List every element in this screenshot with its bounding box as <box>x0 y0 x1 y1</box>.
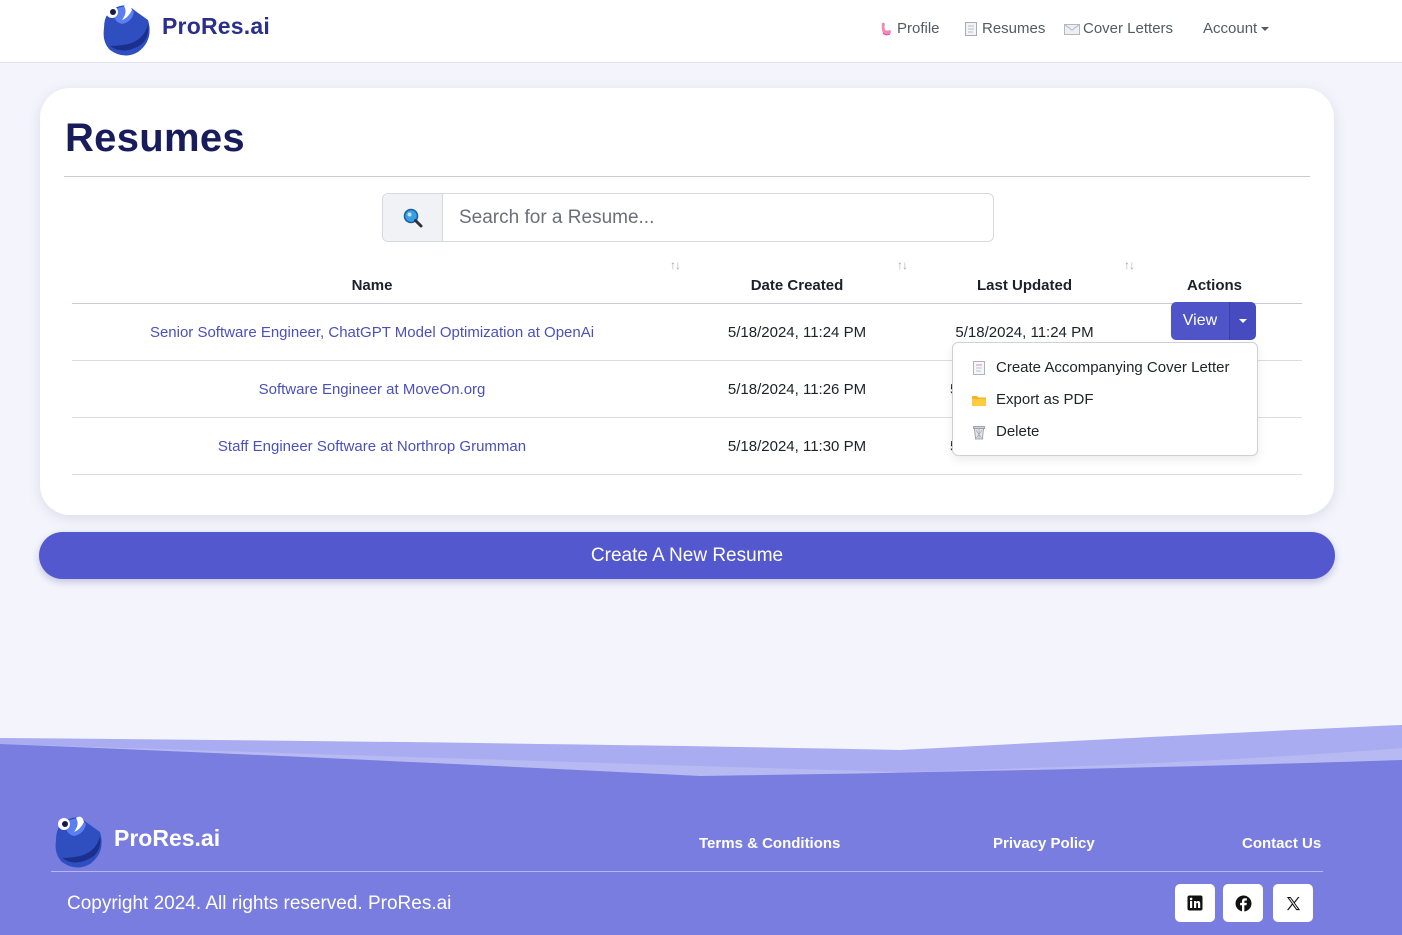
caret-down-icon <box>1261 26 1270 31</box>
resume-name-cell: Staff Engineer Software at Northrop Grum… <box>72 417 672 475</box>
nav-profile[interactable]: Profile <box>878 20 940 37</box>
footer-brand[interactable]: ProRes.ai <box>50 812 220 870</box>
footer-link-privacy[interactable]: Privacy Policy <box>993 835 1095 852</box>
resume-link[interactable]: Staff Engineer Software at Northrop Grum… <box>218 438 526 455</box>
linkedin-icon <box>1187 895 1203 911</box>
caret-down-icon <box>1239 319 1247 323</box>
footer-divider <box>51 871 1323 872</box>
facebook-button[interactable] <box>1223 884 1263 922</box>
page-icon <box>973 360 985 375</box>
x-icon <box>1286 896 1300 910</box>
sort-icon[interactable]: ↑↓ <box>897 258 908 272</box>
prores-logo-icon <box>55 816 102 868</box>
nav-cover-letters-label: Cover Letters <box>1083 20 1174 37</box>
facebook-icon <box>1235 895 1251 912</box>
navbar: ProRes.ai Profile Resumes Cover Letters <box>0 0 1402 63</box>
menu-item-delete[interactable]: Delete <box>971 423 1039 440</box>
envelope-icon <box>1064 23 1080 35</box>
column-header-actions: Actions <box>1127 248 1302 304</box>
search-bar <box>382 193 994 242</box>
menu-item-create-cover-letter[interactable]: Create Accompanying Cover Letter <box>971 359 1229 376</box>
page-title: Resumes <box>65 116 245 160</box>
search-addon[interactable] <box>383 194 443 241</box>
row-1-actions: View <box>1171 302 1256 340</box>
column-header-date-created[interactable]: Date Created ↑↓ <box>672 248 922 304</box>
resume-name-cell: Software Engineer at MoveOn.org <box>72 360 672 418</box>
nav-menu: Profile Resumes Cover Letters Account <box>0 20 1402 44</box>
date-created-cell: 5/18/2024, 11:26 PM <box>672 360 922 418</box>
copyright-text: Copyright 2024. All rights reserved. Pro… <box>67 893 452 914</box>
table-header-row: Name ↑↓ Date Created ↑↓ Last Updated ↑↓ … <box>72 248 1302 304</box>
resume-link[interactable]: Senior Software Engineer, ChatGPT Model … <box>150 324 594 341</box>
column-header-name[interactable]: Name ↑↓ <box>72 248 681 304</box>
footer-brand-name: ProRes.ai <box>114 824 221 851</box>
actions-dropdown-menu: Create Accompanying Cover Letter Export … <box>952 342 1258 456</box>
actions-dropdown-toggle[interactable] <box>1229 302 1256 340</box>
search-icon <box>403 208 422 227</box>
page-icon <box>965 21 977 36</box>
nav-cover-letters[interactable]: Cover Letters <box>1064 20 1173 37</box>
title-divider <box>64 176 1310 177</box>
nav-account-label: Account <box>1203 20 1258 37</box>
date-created-cell: 5/18/2024, 11:30 PM <box>672 417 922 475</box>
nav-account-dropdown[interactable]: Account <box>1203 20 1270 37</box>
search-input[interactable] <box>443 194 993 241</box>
view-button[interactable]: View <box>1171 302 1229 340</box>
menu-item-export-pdf[interactable]: Export as PDF <box>971 391 1094 408</box>
folder-icon <box>972 395 986 406</box>
resume-name-cell: Senior Software Engineer, ChatGPT Model … <box>72 303 672 361</box>
nav-resumes[interactable]: Resumes <box>963 20 1045 37</box>
date-created-cell: 5/18/2024, 11:24 PM <box>672 303 922 361</box>
footer-link-terms[interactable]: Terms & Conditions <box>699 835 840 852</box>
column-header-last-updated[interactable]: Last Updated ↑↓ <box>922 248 1135 304</box>
nav-resumes-label: Resumes <box>982 20 1046 37</box>
footer-link-contact[interactable]: Contact Us <box>1242 835 1321 852</box>
resumes-card: Resumes Name ↑↓ Date Created ↑↓ <box>40 88 1334 515</box>
nav-profile-label: Profile <box>897 20 940 37</box>
resume-link[interactable]: Software Engineer at MoveOn.org <box>259 381 486 398</box>
arm-icon <box>881 22 891 35</box>
linkedin-button[interactable] <box>1175 884 1215 922</box>
create-new-resume-button[interactable]: Create A New Resume <box>39 532 1335 579</box>
x-button[interactable] <box>1273 884 1313 922</box>
wastebasket-icon <box>973 425 985 439</box>
